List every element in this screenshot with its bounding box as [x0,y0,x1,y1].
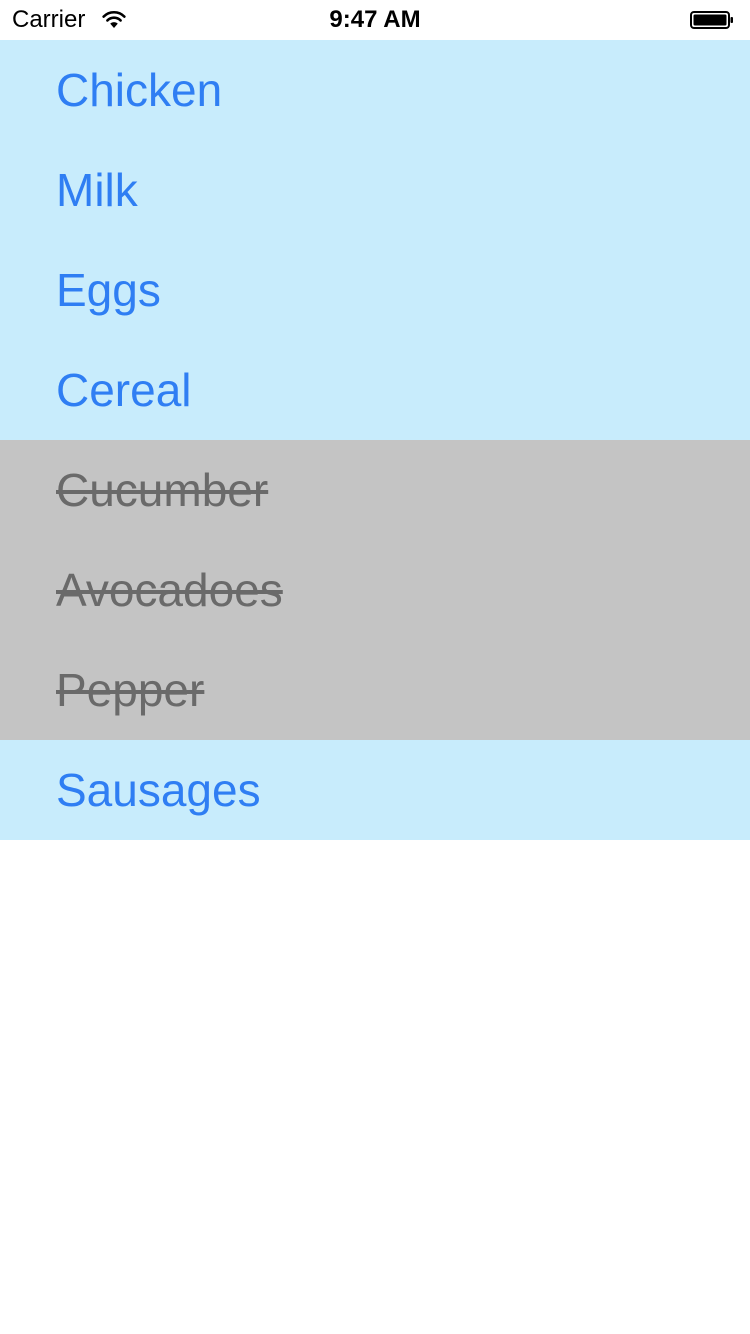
list-item-label: Avocadoes [56,564,283,616]
list-item[interactable]: Eggs [0,240,750,340]
status-time: 9:47 AM [329,6,421,33]
list-item-label: Sausages [56,764,261,816]
battery-icon [690,11,734,29]
list-item-completed[interactable]: Avocadoes [0,540,750,640]
list-item-completed[interactable]: Pepper [0,640,750,740]
list-item-completed[interactable]: Cucumber [0,440,750,540]
list-item[interactable]: Milk [0,140,750,240]
list-item[interactable]: Chicken [0,40,750,140]
list-item-label: Cereal [56,364,192,416]
list-item-label: Cucumber [56,464,269,516]
list-item-label: Milk [56,164,138,216]
list-item-label: Eggs [56,264,161,316]
list-item-label: Pepper [56,664,205,716]
status-bar: Carrier 9:47 AM [0,0,750,40]
todo-list: Chicken Milk Eggs Cereal Cucumber Avocad… [0,40,750,840]
list-item[interactable]: Cereal [0,340,750,440]
list-item-label: Chicken [56,64,223,116]
list-item[interactable]: Sausages [0,740,750,840]
